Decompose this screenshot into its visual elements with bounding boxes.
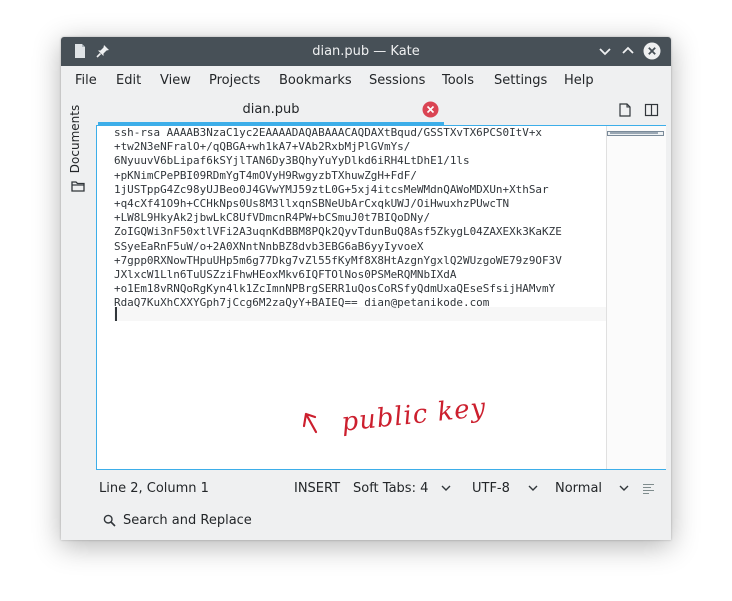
- folder-icon[interactable]: [71, 180, 85, 192]
- split-view-icon[interactable]: [644, 103, 659, 117]
- menu-bar: File Edit View Projects Bookmarks Sessio…: [61, 66, 671, 96]
- code-line: SSyeEaRnF5uW/o+2A0XNntNnbBZ8dvb3EBG6aB6y…: [114, 239, 424, 253]
- code-line: ssh-rsa AAAAB3NzaC1yc2EAAAADAQABAAACAQDA…: [114, 126, 543, 139]
- tab-label: dian.pub: [242, 102, 300, 117]
- title-bar: dian.pub — Kate: [61, 37, 671, 66]
- code-line: +q4cXf41O9h+CCHkNps0Us8M3llxqnSBNeUbArCx…: [114, 197, 510, 211]
- new-document-icon[interactable]: [618, 103, 633, 117]
- menu-file[interactable]: File: [75, 66, 97, 96]
- search-icon: [103, 514, 116, 527]
- minimap-scrollbar[interactable]: [606, 126, 666, 469]
- editor-view[interactable]: ssh-rsa AAAAB3NzaC1yc2EAAAADAQABAAACAQDA…: [96, 125, 666, 470]
- minimize-icon[interactable]: [596, 42, 614, 60]
- code-line: RdaQ7KuXhCXXYGph7jCcg6M2zaQyY+BAIEQ== di…: [114, 296, 490, 310]
- highlight-mode-selector[interactable]: Normal: [555, 476, 629, 502]
- indentation-selector[interactable]: Soft Tabs: 4: [353, 476, 451, 502]
- menu-view[interactable]: View: [160, 66, 191, 96]
- search-replace-bar[interactable]: Search and Replace: [61, 505, 671, 537]
- menu-projects[interactable]: Projects: [209, 66, 260, 96]
- tab-dian-pub[interactable]: dian.pub: [98, 97, 444, 125]
- code-line: JXlxcW1Lln6TuUSZziFhwHEoxMkv6IQFTOlNos0P…: [114, 268, 457, 282]
- cursor-position[interactable]: Line 2, Column 1: [99, 476, 209, 502]
- indentation-label: Soft Tabs: 4: [353, 481, 429, 496]
- code-line: +pKNimCPePBI09RDmYgT4mOVyH9RwgyzbTXhuwZg…: [114, 168, 417, 182]
- word-count-icon[interactable]: [642, 483, 655, 495]
- text-cursor: [115, 307, 117, 321]
- minimap-text-preview: [610, 132, 658, 134]
- code-line: ZoIGQWi3nF50xtlVFi2A3uqnKdBBM8PQk2QyvTdu…: [114, 225, 562, 239]
- handwritten-annotation: public key: [302, 393, 512, 456]
- code-line: 6NyuuvV6bLipaf6kSYjlTAN6Dy3BQhyYuYyDlkd6…: [114, 154, 470, 168]
- annotation-arrow-icon: [302, 412, 318, 434]
- input-mode[interactable]: INSERT: [294, 476, 340, 502]
- encoding-label: UTF-8: [472, 481, 510, 496]
- menu-bookmarks[interactable]: Bookmarks: [279, 66, 352, 96]
- menu-tools[interactable]: Tools: [442, 66, 474, 96]
- documents-label: Documents: [68, 104, 82, 174]
- code-line: +o1Em18vRNQoRgKyn4lk1ZcImnNPBrgSERR1uQos…: [114, 282, 556, 296]
- close-window-icon[interactable]: [643, 42, 661, 60]
- code-line: +7gpp0RXNowTHpuUHp5m6g77Dkg7vZl55fKyMf8X…: [114, 253, 562, 267]
- close-tab-icon[interactable]: [422, 101, 439, 118]
- maximize-icon[interactable]: [619, 42, 637, 60]
- sidebar-documents-tab[interactable]: Documents: [67, 101, 83, 177]
- code-line: 1jUSTppG4Zc98yUJBeo0J4GVwYMJ59ztL0G+5xj4…: [114, 182, 549, 196]
- menu-edit[interactable]: Edit: [116, 66, 141, 96]
- code-line: +tw2N3eNFralO+/qQBGA+wh1kA7+VAb2RxbMjPlG…: [114, 140, 411, 154]
- highlight-label: Normal: [555, 481, 603, 496]
- search-replace-label: Search and Replace: [123, 513, 252, 528]
- menu-sessions[interactable]: Sessions: [369, 66, 425, 96]
- chevron-down-icon: [619, 485, 629, 491]
- menu-help[interactable]: Help: [564, 66, 594, 96]
- code-line: +LW8L9HkyAk2jbwLkC8UfVDmcnR4PW+bCSmuJ0t7…: [114, 211, 431, 225]
- kate-window: dian.pub — Kate File Edit View Projects …: [61, 37, 671, 540]
- code-block: ssh-rsa AAAAB3NzaC1yc2EAAAADAQABAAACAQDA…: [114, 126, 562, 311]
- window-title: dian.pub — Kate: [312, 44, 420, 59]
- encoding-selector[interactable]: UTF-8: [472, 476, 538, 502]
- menu-settings[interactable]: Settings: [494, 66, 547, 96]
- chevron-down-icon: [441, 485, 450, 491]
- chevron-down-icon: [528, 485, 538, 491]
- status-bar: Line 2, Column 1 INSERT Soft Tabs: 4 UTF…: [61, 476, 671, 502]
